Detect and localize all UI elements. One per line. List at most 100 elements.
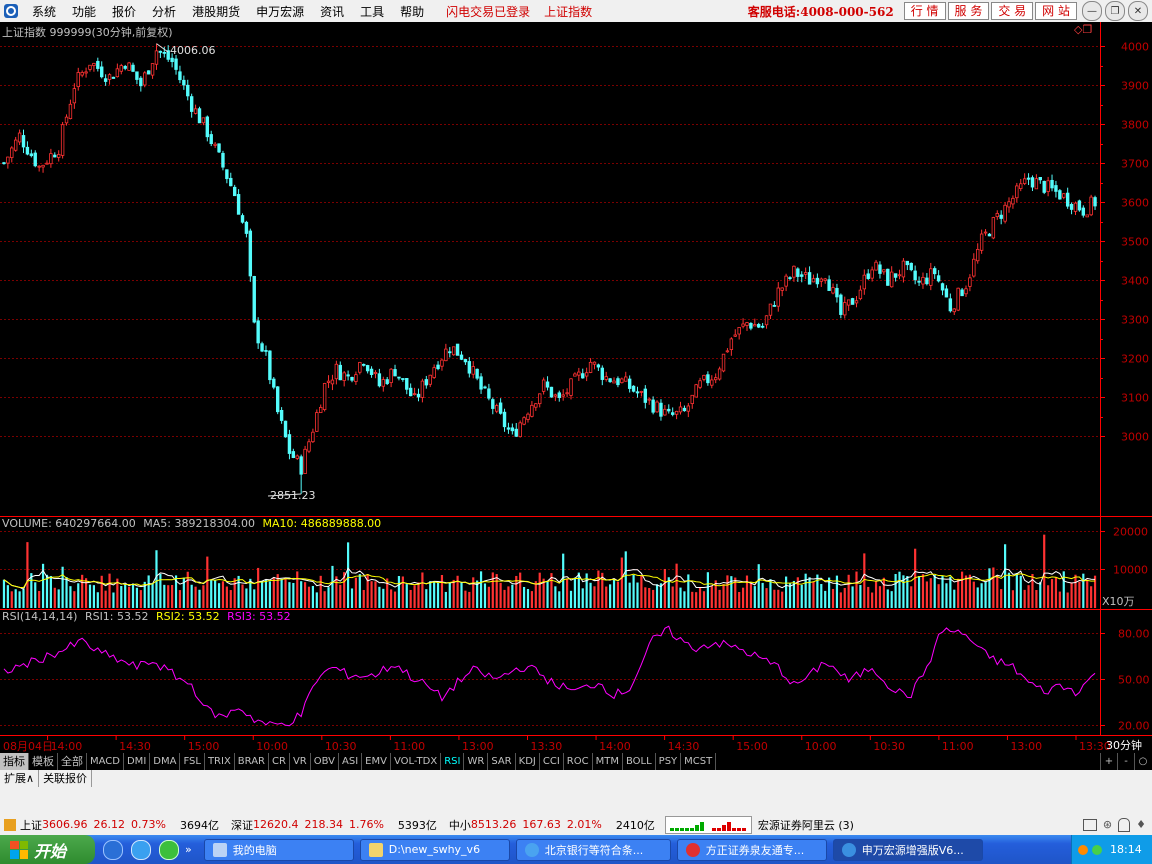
candle-body <box>131 64 135 72</box>
indicator-tab-vol-tdx[interactable]: VOL-TDX <box>391 753 442 770</box>
chart-corner-icons[interactable]: ◇❐ <box>1074 23 1092 36</box>
indicator-tab-vr[interactable]: VR <box>290 753 311 770</box>
menu-item-news[interactable]: 资讯 <box>312 3 352 20</box>
trade-button[interactable]: 交 易 <box>991 2 1034 20</box>
candle-body <box>1085 214 1089 218</box>
candle-body <box>616 378 620 386</box>
index-lock-icon[interactable] <box>4 818 16 831</box>
candle-body <box>444 348 448 362</box>
candle-body <box>264 350 268 352</box>
qihoo-icon[interactable] <box>159 839 179 860</box>
lock-icon[interactable] <box>1118 817 1131 832</box>
indicator-tab-wr[interactable]: WR <box>464 753 489 770</box>
start-button[interactable]: 开始 <box>0 835 95 864</box>
indicator-tab-asi[interactable]: ASI <box>339 753 363 770</box>
indicator-tab-psy[interactable]: PSY <box>656 753 682 770</box>
restore-icon[interactable]: ❐ <box>1105 1 1125 21</box>
indicator-tab-bar: 指标 模板 全部 MACD DMI DMA FSL TRIX BRAR CR VR OBV ASI EMV… <box>0 753 1152 770</box>
bell-icon[interactable]: ♦ <box>1136 818 1146 831</box>
menu-item-hk-futures[interactable]: 港股期货 <box>184 3 248 20</box>
indicator-tab-cr[interactable]: CR <box>269 753 290 770</box>
market-button[interactable]: 行 情 <box>903 2 946 20</box>
browser-icon[interactable] <box>131 839 151 860</box>
indicator-tab-brar[interactable]: BRAR <box>235 753 269 770</box>
indicator-tab-obv[interactable]: OBV <box>311 753 339 770</box>
indicator-tab-模板[interactable]: 模板 <box>29 753 58 770</box>
menu-item-system[interactable]: 系统 <box>24 3 64 20</box>
task-fangzheng[interactable]: 方正证券泉友通专... <box>676 838 827 861</box>
menu-item-quote[interactable]: 报价 <box>104 3 144 20</box>
candle-body <box>1093 197 1097 207</box>
indicator-tab-emv[interactable]: EMV <box>362 753 391 770</box>
indicator-tab-mtm[interactable]: MTM <box>593 753 623 770</box>
server-name[interactable]: 宏源证券阿里云 (3) <box>758 817 854 833</box>
close-icon[interactable]: ✕ <box>1128 1 1148 21</box>
indicator-tab-mcst[interactable]: MCST <box>681 753 717 770</box>
menu-item-function[interactable]: 功能 <box>64 3 104 20</box>
indicator-tab-kdj[interactable]: KDJ <box>516 753 540 770</box>
menu-item-tools[interactable]: 工具 <box>352 3 392 20</box>
window-icon[interactable] <box>1082 818 1097 831</box>
menu-item-analysis[interactable]: 分析 <box>144 3 184 20</box>
candle-body <box>506 427 511 430</box>
indicator-tab-dma[interactable]: DMA <box>150 753 181 770</box>
ie-icon[interactable] <box>103 839 123 860</box>
chart-area[interactable]: 4000 3900 3800 3700 3600 3500 3400 3300 3200 3100… <box>0 22 1152 752</box>
candle-body <box>1015 185 1019 199</box>
menu-item-help[interactable]: 帮助 <box>392 3 432 20</box>
indicator-tab-trix[interactable]: TRIX <box>205 753 235 770</box>
candle-body <box>800 274 804 277</box>
service-button[interactable]: 服 务 <box>947 2 990 20</box>
indicator-tab-fsl[interactable]: FSL <box>180 753 205 770</box>
menu-bar: 系统 功能 报价 分析 港股期货 申万宏源 资讯 工具 帮助 闪电交易已登录 上… <box>0 0 1152 22</box>
task-my-computer[interactable]: 我的电脑 <box>203 838 354 861</box>
candle-body <box>502 411 507 428</box>
period-label[interactable]: 30分钟 <box>1106 737 1142 753</box>
trade-login-status[interactable]: 闪电交易已登录 <box>446 3 530 20</box>
reset-zoom-button[interactable]: ○ <box>1134 753 1151 770</box>
task-browser-bank[interactable]: 北京银行等符合条... <box>515 838 671 861</box>
high-price-label: 4006.06 <box>170 44 216 57</box>
indicator-tab-roc[interactable]: ROC <box>564 753 593 770</box>
candle-body <box>753 324 757 327</box>
zoom-out-button[interactable]: - <box>1117 753 1134 770</box>
candle-body <box>268 350 272 381</box>
candle-body <box>127 62 131 71</box>
tray-icon-2[interactable] <box>1092 844 1102 855</box>
tray-icon-1[interactable] <box>1078 844 1088 855</box>
indicator-tab-rsi[interactable]: RSI <box>441 753 465 770</box>
candle-body <box>635 391 640 394</box>
indicator-tab-指标[interactable]: 指标 <box>0 753 29 770</box>
menu-item-swhy[interactable]: 申万宏源 <box>248 3 312 20</box>
indicator-tab-sar[interactable]: SAR <box>488 753 516 770</box>
candle-body <box>729 338 734 351</box>
kline-chart[interactable]: 4000 3900 3800 3700 3600 3500 3400 3300 3200 3100… <box>0 22 1152 752</box>
volume-label: VOLUME: <box>2 517 52 530</box>
signal-icon: ⊛ <box>1102 818 1113 831</box>
candle-body <box>835 287 839 298</box>
minimize-icon[interactable]: — <box>1082 1 1102 21</box>
candle-body <box>498 402 503 414</box>
indicator-tab-boll[interactable]: BOLL <box>623 753 656 770</box>
candle-body <box>862 274 867 290</box>
rsi2-label: RSI2: <box>156 610 185 623</box>
windows-flag-icon <box>10 840 28 859</box>
zoom-in-button[interactable]: + <box>1100 753 1117 770</box>
candle-body <box>330 379 335 385</box>
indicator-tab-cci[interactable]: CCI <box>540 753 564 770</box>
indicator-tab-macd[interactable]: MACD <box>87 753 124 770</box>
candle-body <box>436 364 440 370</box>
quicklaunch-more-icon[interactable]: » <box>185 843 192 856</box>
task-swhy[interactable]: 申万宏源增强版V6... <box>832 838 983 861</box>
indicator-tab-全部[interactable]: 全部 <box>58 753 87 770</box>
indicator-tab-dmi[interactable]: DMI <box>124 753 151 770</box>
candle-body <box>6 156 10 164</box>
candle-body <box>1007 201 1011 208</box>
related-quote-tab[interactable]: 关联报价 <box>39 770 93 787</box>
status-index-link[interactable]: 上证指数 <box>544 3 592 20</box>
expand-tab[interactable]: 扩展∧ <box>0 770 40 787</box>
website-button[interactable]: 网 站 <box>1035 2 1077 20</box>
candle-body <box>768 303 773 316</box>
task-folder[interactable]: D:\new_swhy_v6 <box>359 838 510 861</box>
candle-body <box>858 289 863 300</box>
